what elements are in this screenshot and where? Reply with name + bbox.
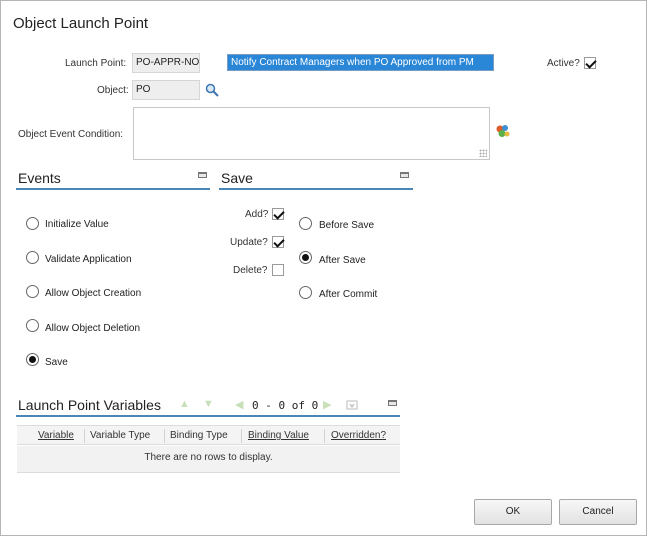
- radio-validate-application[interactable]: [26, 251, 39, 264]
- column-separator: [84, 429, 85, 443]
- radio-after-save[interactable]: [299, 251, 312, 264]
- variables-section-rule: [16, 415, 400, 417]
- radio-allow-object-creation[interactable]: [26, 285, 39, 298]
- object-field[interactable]: PO: [132, 80, 200, 100]
- minimize-icon[interactable]: [198, 172, 207, 178]
- active-label: Active?: [547, 58, 580, 69]
- variables-table-header: Variable Variable Type Binding Type Bind…: [17, 425, 400, 445]
- add-label: Add?: [245, 209, 269, 220]
- radio-after-commit[interactable]: [299, 286, 312, 299]
- radio-label: Save: [45, 357, 68, 368]
- column-binding-type[interactable]: Binding Type: [170, 430, 228, 441]
- dialog-title: Object Launch Point: [13, 15, 149, 32]
- event-condition-label: Object Event Condition:: [18, 129, 124, 140]
- object-launch-point-dialog: Object Launch Point Launch Point: PO-APP…: [0, 0, 647, 536]
- delete-checkbox[interactable]: [272, 264, 284, 276]
- radio-label: Validate Application: [45, 254, 132, 265]
- radio-label: After Commit: [319, 289, 378, 300]
- minimize-icon[interactable]: [388, 400, 397, 406]
- events-section-rule: [16, 188, 210, 190]
- column-variable[interactable]: Variable: [38, 430, 74, 441]
- launch-point-field[interactable]: PO-APPR-NO: [132, 53, 200, 73]
- arrow-first-icon[interactable]: ▲: [179, 398, 190, 410]
- column-variable-type[interactable]: Variable Type: [90, 430, 150, 441]
- radio-label: After Save: [319, 255, 366, 266]
- save-section-rule: [219, 188, 413, 190]
- arrow-next-icon[interactable]: ▶: [323, 398, 331, 411]
- radio-label: Initialize Value: [45, 219, 109, 230]
- column-overridden[interactable]: Overridden?: [331, 430, 386, 441]
- object-label: Object:: [97, 85, 129, 96]
- update-label: Update?: [230, 237, 268, 248]
- column-separator: [241, 429, 242, 443]
- active-checkbox[interactable]: [584, 57, 596, 69]
- variables-heading: Launch Point Variables: [18, 397, 161, 413]
- pager-text: 0 - 0 of 0: [252, 399, 319, 412]
- radio-before-save[interactable]: [299, 217, 312, 230]
- radio-label: Before Save: [319, 220, 375, 231]
- save-heading: Save: [221, 170, 253, 186]
- column-binding-value[interactable]: Binding Value: [248, 430, 309, 441]
- radio-allow-object-deletion[interactable]: [26, 319, 39, 332]
- download-icon[interactable]: [346, 400, 358, 410]
- update-checkbox[interactable]: [272, 236, 284, 248]
- event-condition-textarea[interactable]: [133, 107, 490, 160]
- column-separator: [164, 429, 165, 443]
- minimize-icon[interactable]: [400, 172, 409, 178]
- events-heading: Events: [18, 170, 61, 186]
- radio-label: Allow Object Deletion: [45, 323, 141, 334]
- description-field[interactable]: Notify Contract Managers when PO Approve…: [227, 54, 494, 71]
- add-checkbox[interactable]: [272, 208, 284, 220]
- resize-grip[interactable]: [479, 149, 487, 157]
- ok-button[interactable]: OK: [474, 499, 552, 525]
- delete-label: Delete?: [233, 265, 268, 276]
- arrow-prev-icon[interactable]: ▼: [203, 398, 214, 410]
- radio-initialize-value[interactable]: [26, 217, 39, 230]
- cancel-button[interactable]: Cancel: [559, 499, 637, 525]
- column-separator: [324, 429, 325, 443]
- magnifier-icon[interactable]: [205, 83, 219, 97]
- launch-point-label: Launch Point:: [65, 58, 127, 69]
- radio-label: Allow Object Creation: [45, 288, 142, 299]
- condition-builder-icon[interactable]: [495, 124, 511, 138]
- empty-table-message: There are no rows to display.: [17, 446, 400, 473]
- radio-save[interactable]: [26, 353, 39, 366]
- arrow-prev-page-icon[interactable]: ◀: [235, 398, 243, 411]
